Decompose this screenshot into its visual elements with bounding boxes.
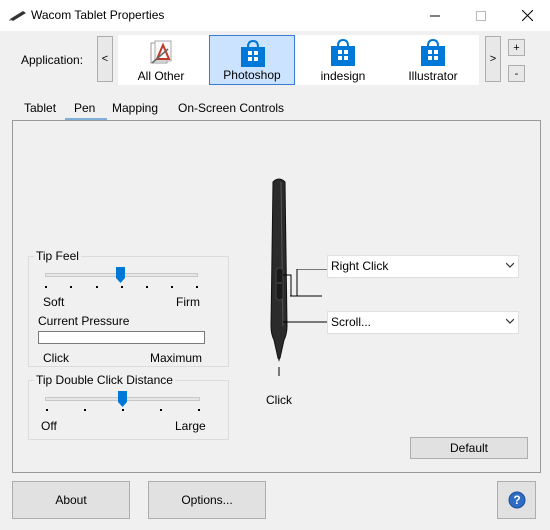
options-button[interactable]: Options...: [148, 481, 266, 519]
upper-button-dropdown[interactable]: Right Click: [327, 255, 519, 278]
tip-feel-slider-thumb[interactable]: [116, 267, 125, 283]
button-callout-lines: [290, 269, 328, 323]
double-click-slider-thumb[interactable]: [118, 391, 127, 407]
slider-tick: [70, 286, 72, 288]
app-prev-button[interactable]: <: [97, 36, 113, 82]
window-title: Wacom Tablet Properties: [31, 8, 165, 22]
double-click-large-label: Large: [175, 419, 206, 433]
store-app-icon: [331, 39, 355, 66]
slider-tick: [122, 409, 124, 411]
app-tile-label: indesign: [320, 69, 366, 83]
tip-feel-soft-label: Soft: [43, 295, 65, 309]
slider-tick: [45, 286, 47, 288]
slider-tick: [198, 409, 200, 411]
application-list: All Other Photoshop indesign Illustrator: [118, 35, 479, 85]
minimize-button[interactable]: [412, 0, 458, 31]
close-icon: [521, 10, 533, 21]
slider-tick: [46, 409, 48, 411]
title-bar: Wacom Tablet Properties: [0, 0, 550, 31]
svg-text:?: ?: [513, 493, 520, 507]
app-next-button[interactable]: >: [485, 36, 501, 82]
maximize-button[interactable]: [458, 0, 504, 31]
remove-application-button[interactable]: -: [508, 65, 525, 82]
app-tile-indesign[interactable]: indesign: [300, 35, 386, 85]
slider-tick: [171, 286, 173, 288]
slider-tick: [121, 286, 123, 288]
tab-pen[interactable]: Pen: [74, 98, 95, 120]
app-tile-photoshop[interactable]: Photoshop: [209, 35, 295, 85]
maximize-icon: [476, 10, 486, 21]
slider-tick: [84, 409, 86, 411]
slider-tick: [196, 286, 198, 288]
tip-feel-title: Tip Feel: [34, 249, 81, 263]
app-tile-label: All Other: [137, 69, 185, 83]
default-button[interactable]: Default: [410, 437, 528, 459]
app-tile-label: Photoshop: [223, 68, 281, 82]
store-app-icon: [421, 39, 445, 66]
application-label: Application:: [21, 53, 84, 67]
lower-button-value: Scroll...: [331, 315, 372, 329]
slider-tick: [146, 286, 148, 288]
tip-feel-firm-label: Firm: [176, 295, 200, 309]
app-tile-all-other[interactable]: All Other: [118, 35, 204, 85]
help-button[interactable]: ?: [497, 481, 536, 519]
app-tile-label: Illustrator: [408, 69, 458, 83]
add-application-button[interactable]: +: [508, 39, 525, 56]
wacom-pen-icon: [9, 11, 26, 21]
app-tile-illustrator[interactable]: Illustrator: [390, 35, 476, 85]
double-click-distance-title: Tip Double Click Distance: [34, 373, 175, 387]
pressure-click-label: Click: [43, 351, 69, 365]
about-button[interactable]: About: [12, 481, 130, 519]
lower-button-dropdown[interactable]: Scroll...: [327, 311, 519, 334]
chevron-down-icon: [506, 318, 514, 324]
tab-on-screen-controls[interactable]: On-Screen Controls: [178, 98, 284, 120]
current-pressure-label: Current Pressure: [38, 314, 130, 328]
pressure-maximum-label: Maximum: [150, 351, 203, 365]
upper-button-value: Right Click: [331, 259, 389, 273]
help-icon: ?: [508, 491, 525, 509]
store-app-icon: [241, 40, 265, 67]
double-click-off-label: Off: [41, 419, 57, 433]
slider-tick: [160, 409, 162, 411]
chevron-down-icon: [506, 262, 514, 268]
tab-bar: Tablet Pen Mapping On-Screen Controls: [13, 98, 293, 121]
all-other-icon: [150, 40, 172, 64]
tab-tablet[interactable]: Tablet: [24, 98, 56, 120]
tip-click-label: Click: [266, 393, 292, 407]
minimize-icon: [430, 15, 440, 16]
slider-tick: [96, 286, 98, 288]
tab-mapping[interactable]: Mapping: [112, 98, 158, 120]
close-button[interactable]: [504, 0, 550, 31]
current-pressure-bar: [38, 331, 205, 344]
